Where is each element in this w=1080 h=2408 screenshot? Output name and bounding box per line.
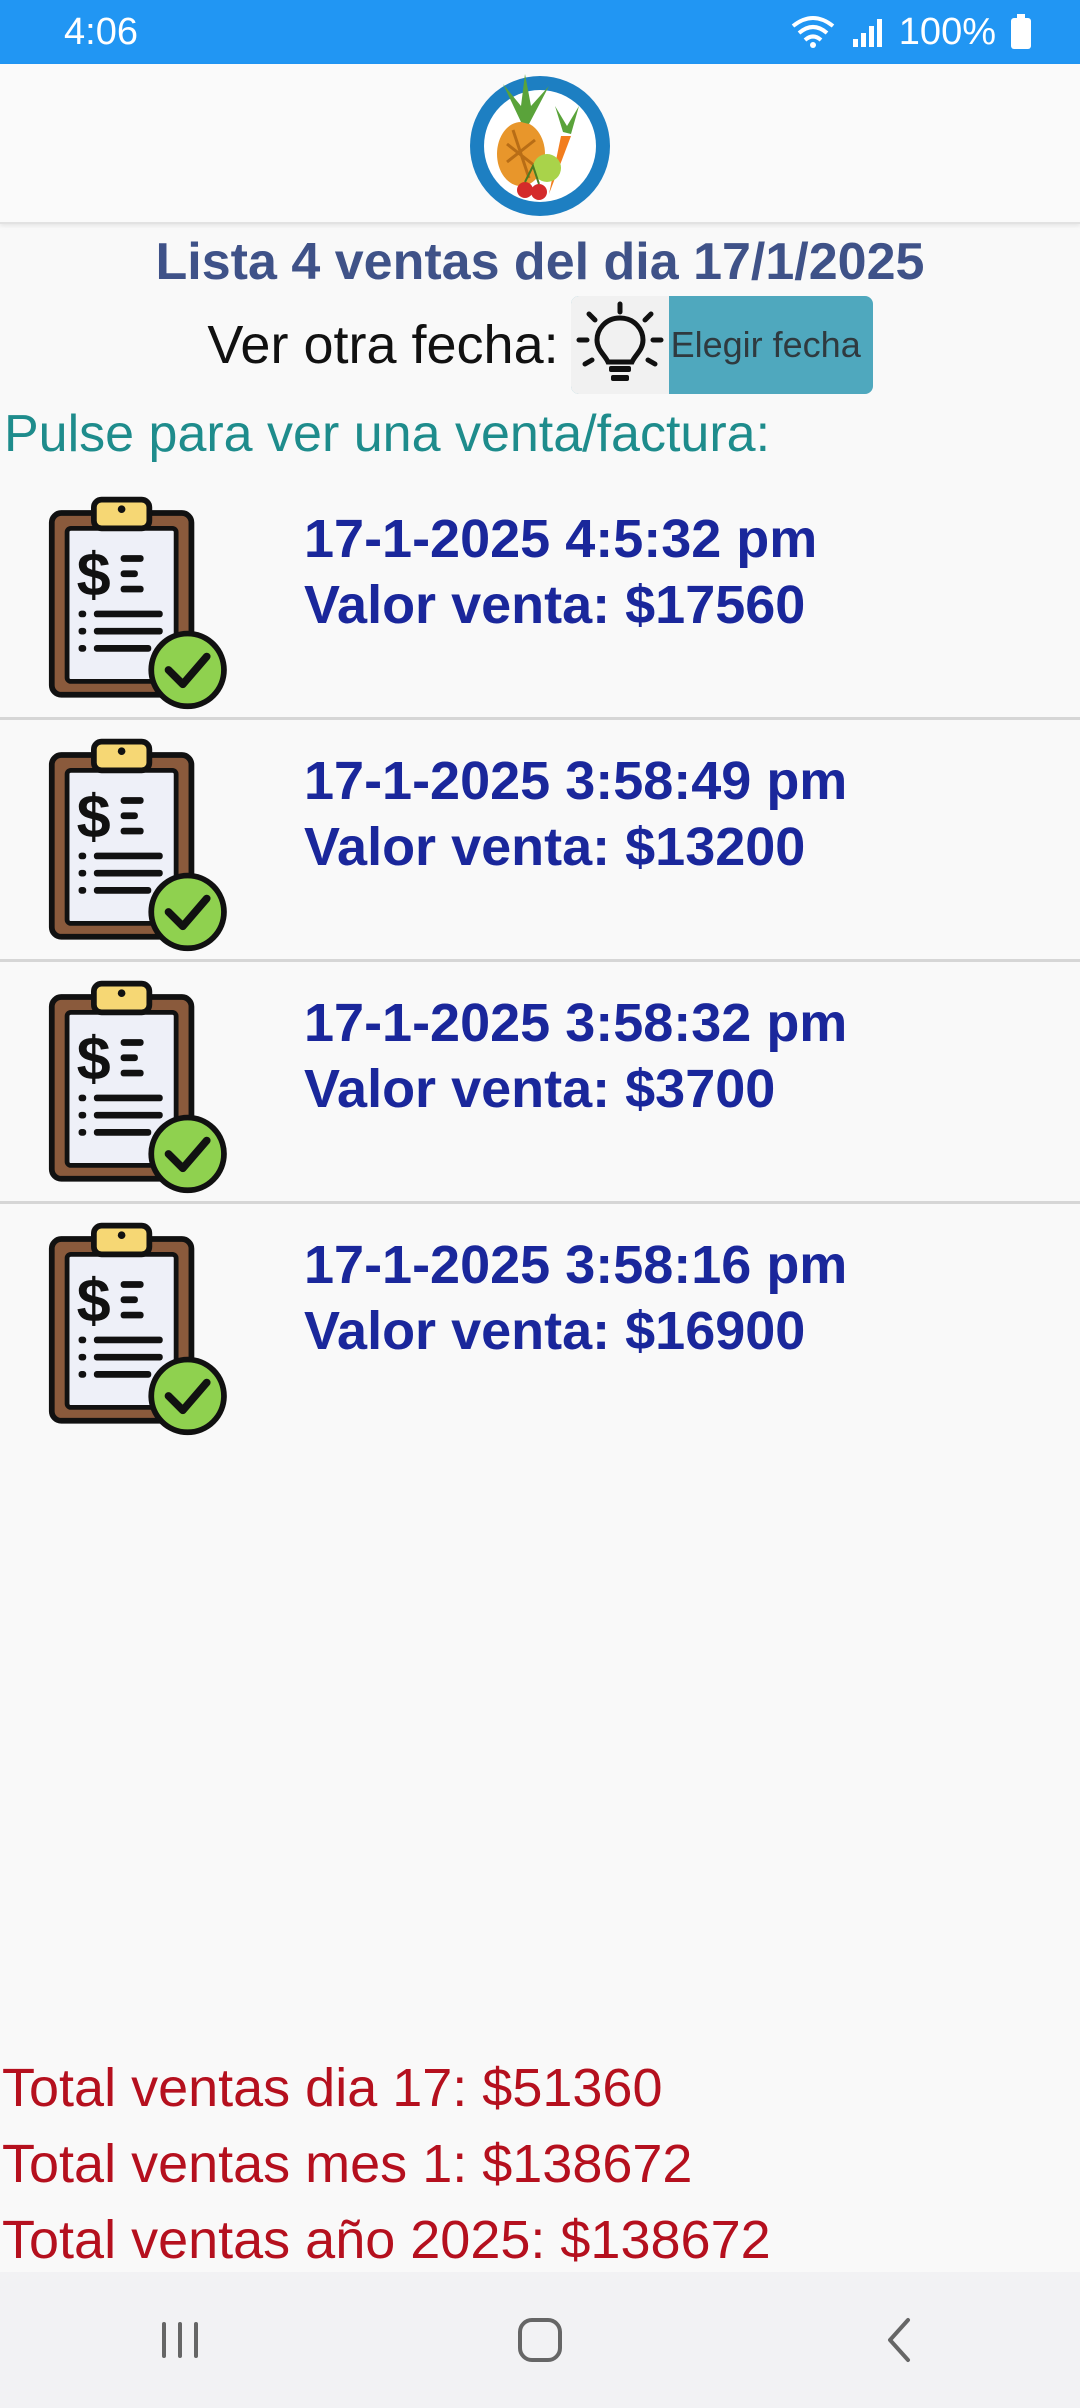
battery-percent: 100% — [898, 10, 996, 53]
invoice-icon — [40, 976, 230, 1196]
total-day: Total ventas dia 17: $51360 — [2, 2058, 663, 2118]
status-time: 4:06 — [64, 10, 138, 53]
sale-item[interactable]: 17-1-2025 3:58:32 pm Valor venta: $3700 — [0, 962, 1080, 1204]
invoice-icon — [40, 734, 230, 954]
sale-value: Valor venta: $3700 — [304, 1059, 776, 1119]
invoice-icon — [40, 1218, 230, 1438]
sale-date: 17-1-2025 3:58:32 pm — [304, 993, 848, 1053]
list-hint: Pulse para ver una venta/factura: — [4, 405, 771, 463]
choose-date-button-label: Elegir fecha — [670, 324, 861, 365]
recents-icon — [162, 2322, 198, 2358]
signal-icon — [852, 19, 882, 47]
page-title: Lista 4 ventas del dia 17/1/2025 — [155, 233, 925, 291]
total-month: Total ventas mes 1: $138672 — [2, 2134, 693, 2194]
date-picker-row: Ver otra fecha: Elegir fecha — [0, 296, 1080, 394]
status-bar: 4:06 100% — [0, 0, 1080, 64]
wifi-icon — [791, 16, 835, 48]
total-year: Total ventas año 2025: $138672 — [2, 2210, 771, 2270]
fruits-vegetables-logo — [470, 74, 610, 216]
back-button[interactable] — [840, 2280, 960, 2400]
app-header — [0, 64, 1080, 224]
sale-date: 17-1-2025 4:5:32 pm — [304, 509, 818, 569]
home-button[interactable] — [480, 2280, 600, 2400]
battery-icon — [1011, 14, 1031, 49]
lightbulb-icon — [570, 296, 669, 394]
sale-value: Valor venta: $17560 — [304, 575, 806, 635]
sale-value: Valor venta: $13200 — [304, 817, 806, 877]
sales-totals: Total ventas dia 17: $51360 Total ventas… — [2, 2050, 771, 2278]
sale-value: Valor venta: $16900 — [304, 1301, 806, 1361]
invoice-icon — [40, 492, 230, 712]
status-icons: 100% — [789, 11, 1032, 54]
sale-item[interactable]: 17-1-2025 3:58:49 pm Valor venta: $13200 — [0, 720, 1080, 962]
navigation-bar — [0, 2272, 1080, 2408]
sale-item[interactable]: 17-1-2025 4:5:32 pm Valor venta: $17560 — [0, 478, 1080, 720]
sale-date: 17-1-2025 3:58:16 pm — [304, 1235, 848, 1295]
back-icon — [888, 2318, 910, 2362]
sale-item[interactable]: 17-1-2025 3:58:16 pm Valor venta: $16900 — [0, 1204, 1080, 1446]
sale-date: 17-1-2025 3:58:49 pm — [304, 751, 848, 811]
sales-list: 17-1-2025 4:5:32 pm Valor venta: $17560 … — [0, 478, 1080, 1446]
home-icon — [518, 2318, 562, 2362]
choose-date-button[interactable]: Elegir fecha — [570, 296, 873, 394]
recents-button[interactable] — [120, 2280, 240, 2400]
date-picker-label: Ver otra fecha: — [207, 315, 559, 375]
